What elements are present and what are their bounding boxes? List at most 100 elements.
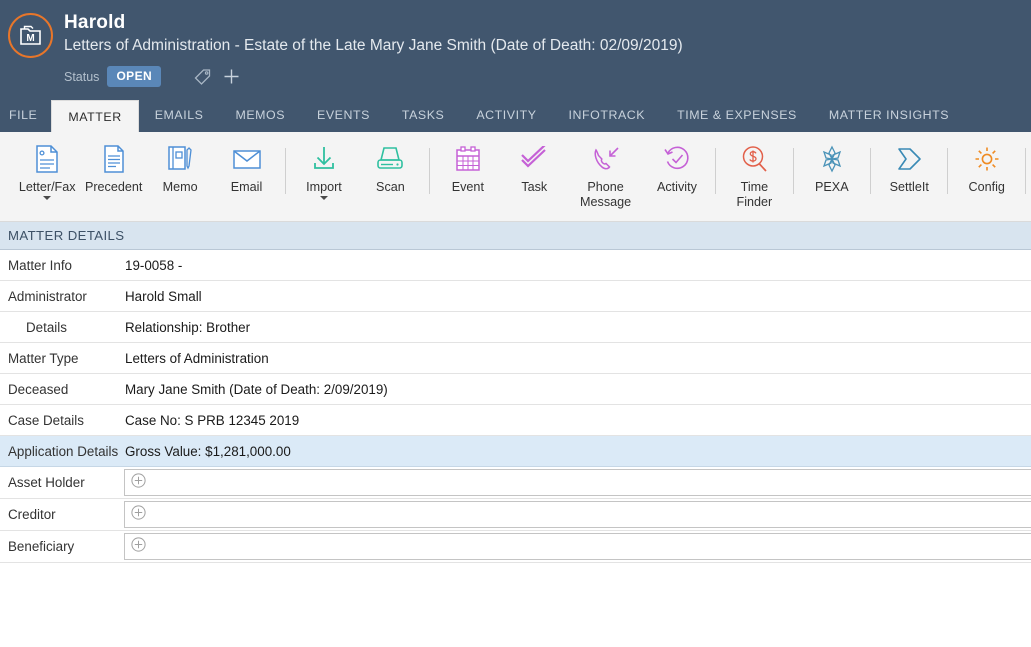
toolbar-separator <box>1024 148 1026 194</box>
add-tag-plus-icon[interactable] <box>223 68 240 85</box>
ribbon-button-event[interactable]: Event <box>435 132 501 208</box>
event-calendar-icon <box>454 142 482 176</box>
tab-tasks[interactable]: TASKS <box>386 98 460 132</box>
tag-icon[interactable] <box>193 68 212 86</box>
page-title: Harold <box>64 12 126 33</box>
ribbon-button-activity[interactable]: Activity <box>644 132 710 208</box>
ribbon-label: Scan <box>376 180 405 194</box>
ribbon-label: Letter/Fax <box>18 180 76 194</box>
detail-label: Beneficiary <box>8 539 75 554</box>
ribbon-button-scan[interactable]: Scan <box>357 132 423 208</box>
section-header-matter-details: MATTER DETAILS <box>0 222 1031 250</box>
tab-events[interactable]: EVENTS <box>301 98 386 132</box>
detail-label: Administrator <box>8 288 87 304</box>
detail-row-matter-type[interactable]: Matter Type Letters of Administration <box>0 343 1031 374</box>
detail-label: Asset Holder <box>8 475 85 490</box>
chevron-down-icon[interactable] <box>319 196 328 200</box>
scan-scanner-icon <box>375 142 405 176</box>
plus-circle-icon[interactable] <box>131 472 146 493</box>
ribbon-label: PEXA <box>815 180 849 194</box>
chevron-down-icon[interactable] <box>43 196 52 200</box>
ribbon-label: Event <box>451 180 484 194</box>
matter-header: M Harold Letters of Administration - Est… <box>0 0 1031 98</box>
ribbon-label: SettleIt <box>889 180 929 194</box>
precedent-document-icon <box>101 142 127 176</box>
ribbon-toolbar: Letter/Fax Precedent Memo Email Import S… <box>0 132 1031 222</box>
status-label: Status <box>64 69 100 84</box>
ribbon-button-memo[interactable]: Memo <box>147 132 213 208</box>
ribbon-label: Time Finder <box>736 180 773 209</box>
toolbar-separator <box>870 148 872 194</box>
ribbon-button-letter-fax[interactable]: Letter/Fax <box>14 132 80 208</box>
detail-row-creditor[interactable]: Creditor <box>0 499 1031 531</box>
detail-row-deceased[interactable]: Deceased Mary Jane Smith (Date of Death:… <box>0 374 1031 405</box>
tab-matter-insights[interactable]: MATTER INSIGHTS <box>813 98 965 132</box>
svg-text:M: M <box>26 33 34 44</box>
ribbon-button-config[interactable]: Config <box>953 132 1019 208</box>
ribbon-button-email[interactable]: Email <box>213 132 279 208</box>
detail-value: Gross Value: $1,281,000.00 <box>125 443 291 459</box>
detail-label: Creditor <box>8 507 56 522</box>
ribbon-label: Import <box>306 180 342 194</box>
tab-activity[interactable]: ACTIVITY <box>460 98 552 132</box>
phone-message-icon <box>591 142 621 176</box>
add-asset-holder-box[interactable] <box>124 469 1031 496</box>
ribbon-label: Activity <box>656 180 697 194</box>
import-download-icon <box>310 142 338 176</box>
tab-memos[interactable]: MEMOS <box>219 98 301 132</box>
tab-infotrack[interactable]: INFOTRACK <box>553 98 662 132</box>
detail-value: Case No: S PRB 12345 2019 <box>125 412 300 428</box>
ribbon-label: Config <box>968 180 1005 194</box>
tab-emails[interactable]: EMAILS <box>139 98 220 132</box>
ribbon-button-pexa[interactable]: PEXA <box>799 132 865 208</box>
time-finder-dollar-search-icon <box>740 142 768 176</box>
add-beneficiary-box[interactable] <box>124 533 1031 560</box>
ribbon-label: Phone Message <box>580 180 632 209</box>
detail-value: Harold Small <box>125 288 202 304</box>
ribbon-button-settleit[interactable]: SettleIt <box>876 132 942 208</box>
ribbon-button-import[interactable]: Import <box>291 132 357 208</box>
detail-row-case-details[interactable]: Case Details Case No: S PRB 12345 2019 <box>0 405 1031 436</box>
detail-label: Application Details <box>8 443 119 459</box>
matter-folder-m-icon: M <box>8 13 53 58</box>
detail-row-beneficiary[interactable]: Beneficiary <box>0 531 1031 563</box>
detail-row-application-details[interactable]: Application Details Gross Value: $1,281,… <box>0 436 1031 467</box>
tab-matter[interactable]: MATTER <box>51 100 139 132</box>
toolbar-separator <box>792 148 794 194</box>
ribbon-label: Memo <box>162 180 198 194</box>
activity-clock-check-icon <box>663 142 691 176</box>
toolbar-separator <box>284 148 286 194</box>
detail-label: Matter Type <box>8 350 79 366</box>
toolbar-separator <box>715 148 717 194</box>
ribbon-button-phone-message[interactable]: Phone Message <box>568 132 644 210</box>
main-tab-bar: FILE MATTER EMAILS MEMOS EVENTS TASKS AC… <box>0 98 1031 132</box>
ribbon-button-precedent[interactable]: Precedent <box>80 132 146 208</box>
detail-value: Mary Jane Smith (Date of Death: 2/09/201… <box>125 381 388 397</box>
letter-fax-icon <box>34 142 60 176</box>
add-creditor-box[interactable] <box>124 501 1031 528</box>
ribbon-label: Task <box>521 180 548 194</box>
plus-circle-icon[interactable] <box>131 504 146 525</box>
settleit-arrow-icon <box>894 142 924 176</box>
tab-file[interactable]: FILE <box>0 98 51 132</box>
detail-label: Case Details <box>8 412 84 428</box>
detail-row-details[interactable]: Details Relationship: Brother <box>0 312 1031 343</box>
detail-label: Matter Info <box>8 257 73 273</box>
matter-details-panel: MATTER DETAILS Matter Info 19-0058 - Adm… <box>0 222 1031 599</box>
detail-row-administrator[interactable]: Administrator Harold Small <box>0 281 1031 312</box>
tab-time-expenses[interactable]: TIME & EXPENSES <box>661 98 813 132</box>
ribbon-button-task[interactable]: Task <box>501 132 567 208</box>
detail-label: Details <box>26 319 67 335</box>
pexa-star-icon <box>818 142 846 176</box>
detail-value: Relationship: Brother <box>125 319 251 335</box>
memo-notebook-pen-icon <box>166 142 194 176</box>
config-gear-icon <box>973 142 1001 176</box>
detail-row-matter-info[interactable]: Matter Info 19-0058 - <box>0 250 1031 281</box>
detail-row-asset-holder[interactable]: Asset Holder <box>0 467 1031 499</box>
ribbon-button-time-finder[interactable]: Time Finder <box>721 132 787 210</box>
status-row: Status OPEN <box>64 66 1031 87</box>
plus-circle-icon[interactable] <box>131 536 146 557</box>
status-badge[interactable]: OPEN <box>107 66 162 87</box>
detail-value: Letters of Administration <box>125 350 269 366</box>
ribbon-label: Precedent <box>84 180 143 194</box>
